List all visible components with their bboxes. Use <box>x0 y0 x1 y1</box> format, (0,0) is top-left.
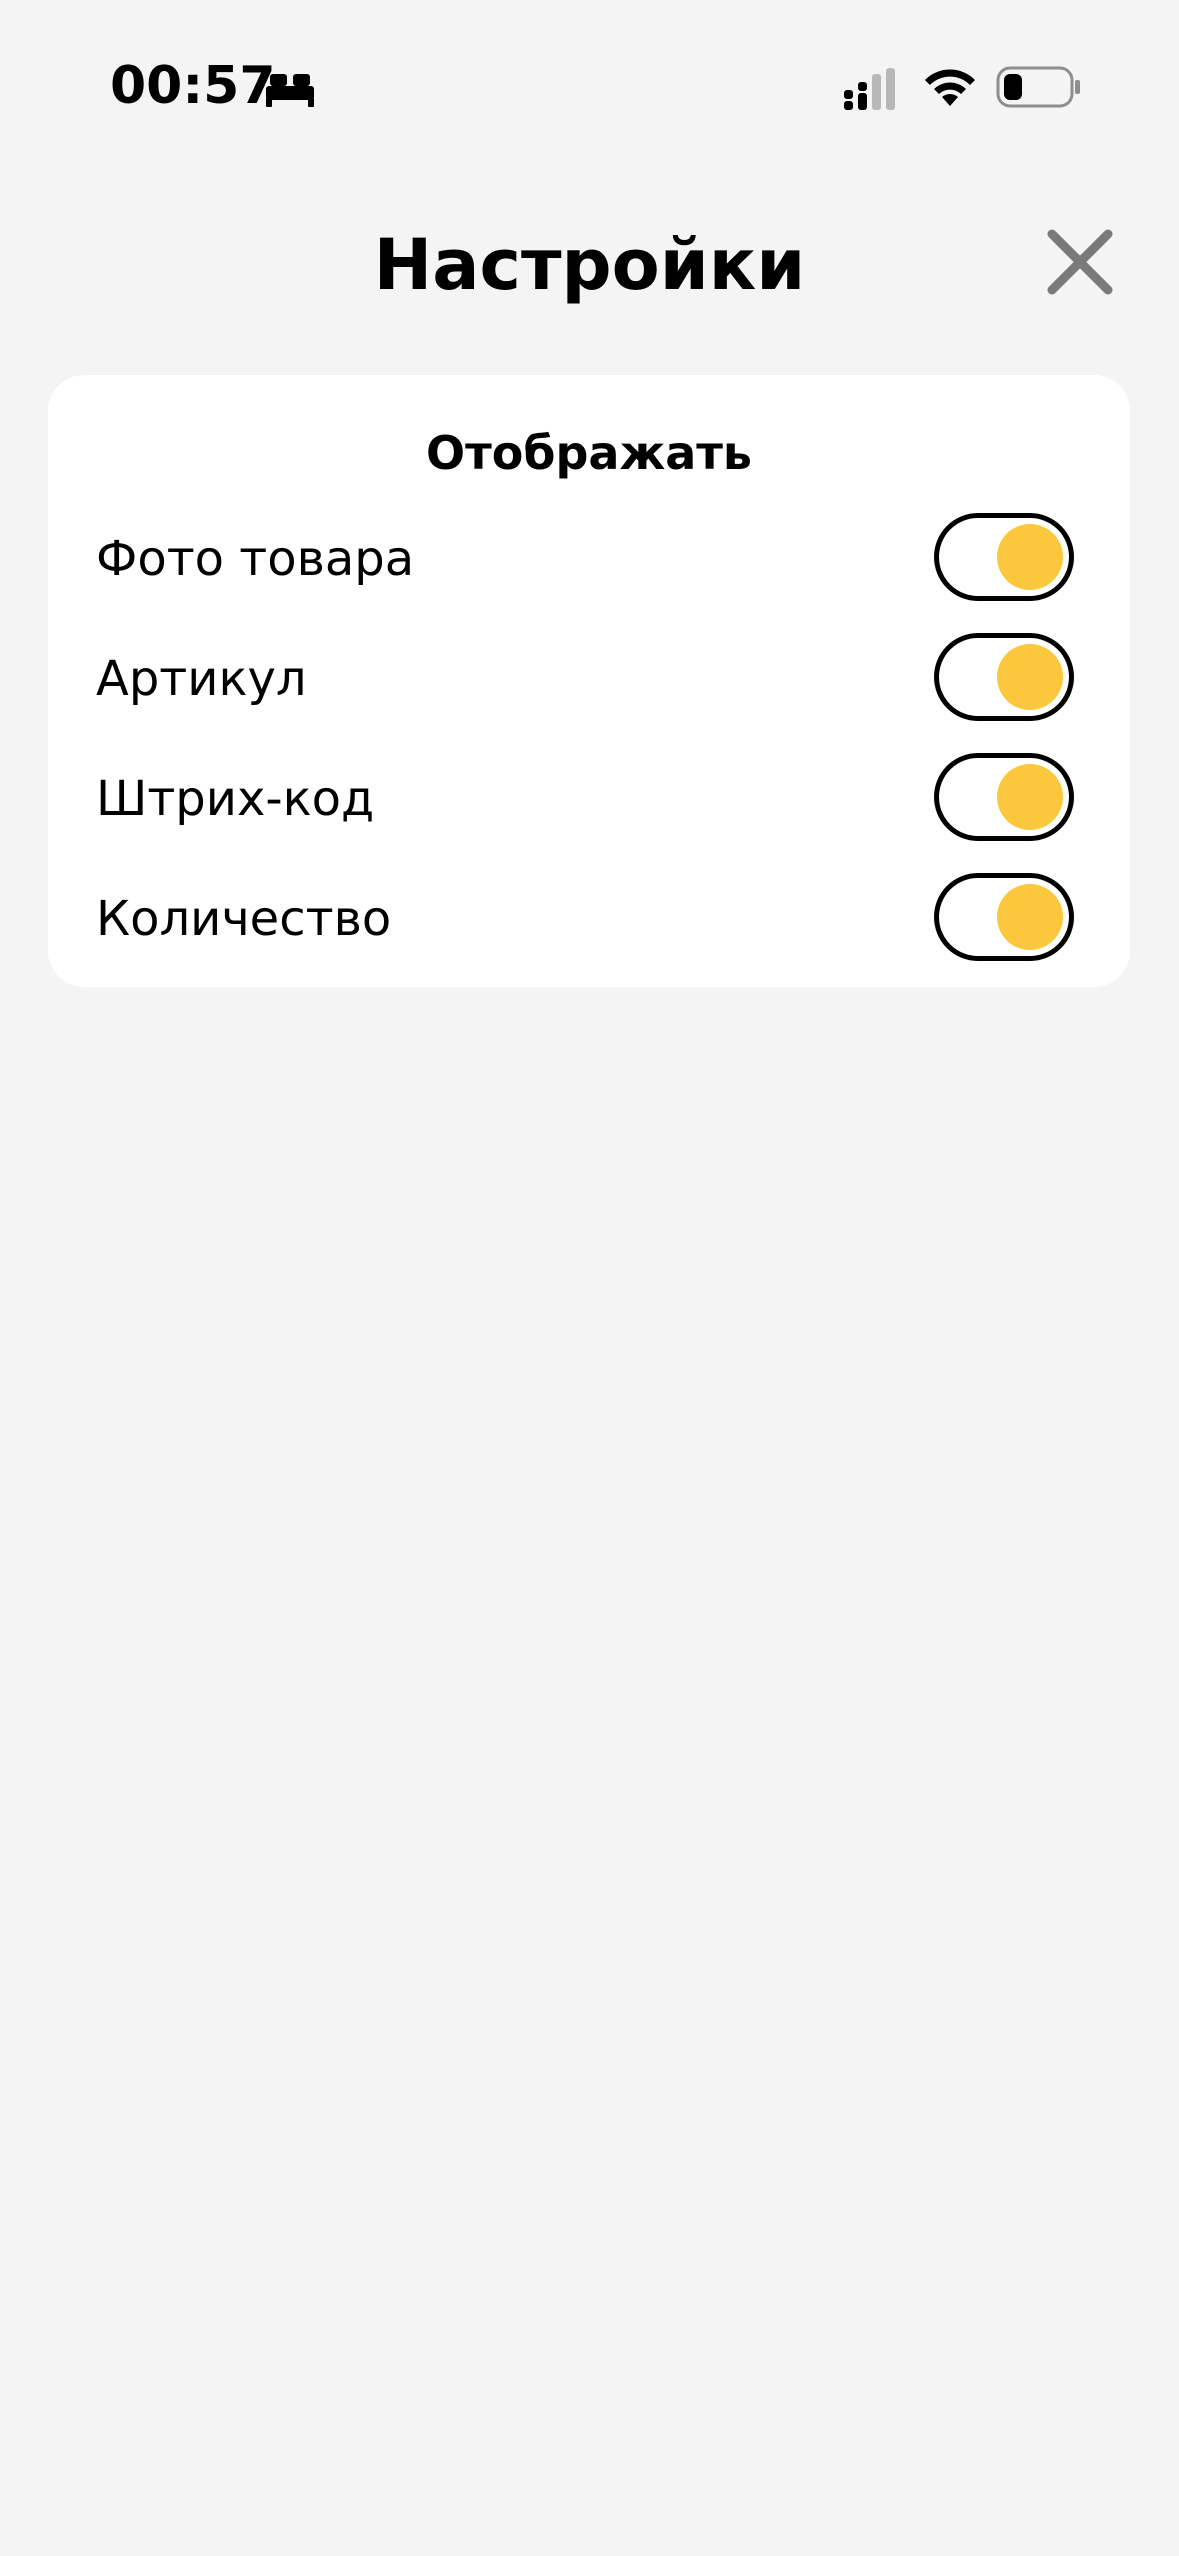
setting-label: Штрих-код <box>96 771 375 827</box>
display-settings-card: Отображать Фото товара Артикул Штрих-код… <box>48 375 1130 987</box>
quantity-toggle[interactable] <box>934 873 1074 961</box>
setting-row-quantity: Количество <box>48 863 1130 973</box>
close-button[interactable] <box>1040 222 1120 302</box>
setting-row-product-photo: Фото товара <box>48 503 1130 613</box>
section-title: Отображать <box>425 426 753 480</box>
setting-row-article: Артикул <box>48 623 1130 733</box>
toggle-knob <box>997 524 1063 590</box>
bed-icon <box>266 74 314 107</box>
cellular-signal-icon <box>844 68 895 110</box>
barcode-toggle[interactable] <box>934 753 1074 841</box>
article-toggle[interactable] <box>934 633 1074 721</box>
page-title: Настройки <box>373 224 806 306</box>
toggle-knob <box>997 644 1063 710</box>
setting-row-barcode: Штрих-код <box>48 743 1130 853</box>
toggle-knob <box>997 884 1063 950</box>
close-icon <box>1047 229 1113 295</box>
toggle-knob <box>997 764 1063 830</box>
product-photo-toggle[interactable] <box>934 513 1074 601</box>
status-bar: 00:57 <box>0 0 1179 175</box>
battery-icon <box>996 66 1080 108</box>
setting-label: Количество <box>96 891 392 947</box>
setting-label: Артикул <box>96 651 307 707</box>
status-time: 00:57 <box>110 56 276 116</box>
wifi-icon <box>925 69 975 106</box>
setting-label: Фото товара <box>96 531 415 587</box>
